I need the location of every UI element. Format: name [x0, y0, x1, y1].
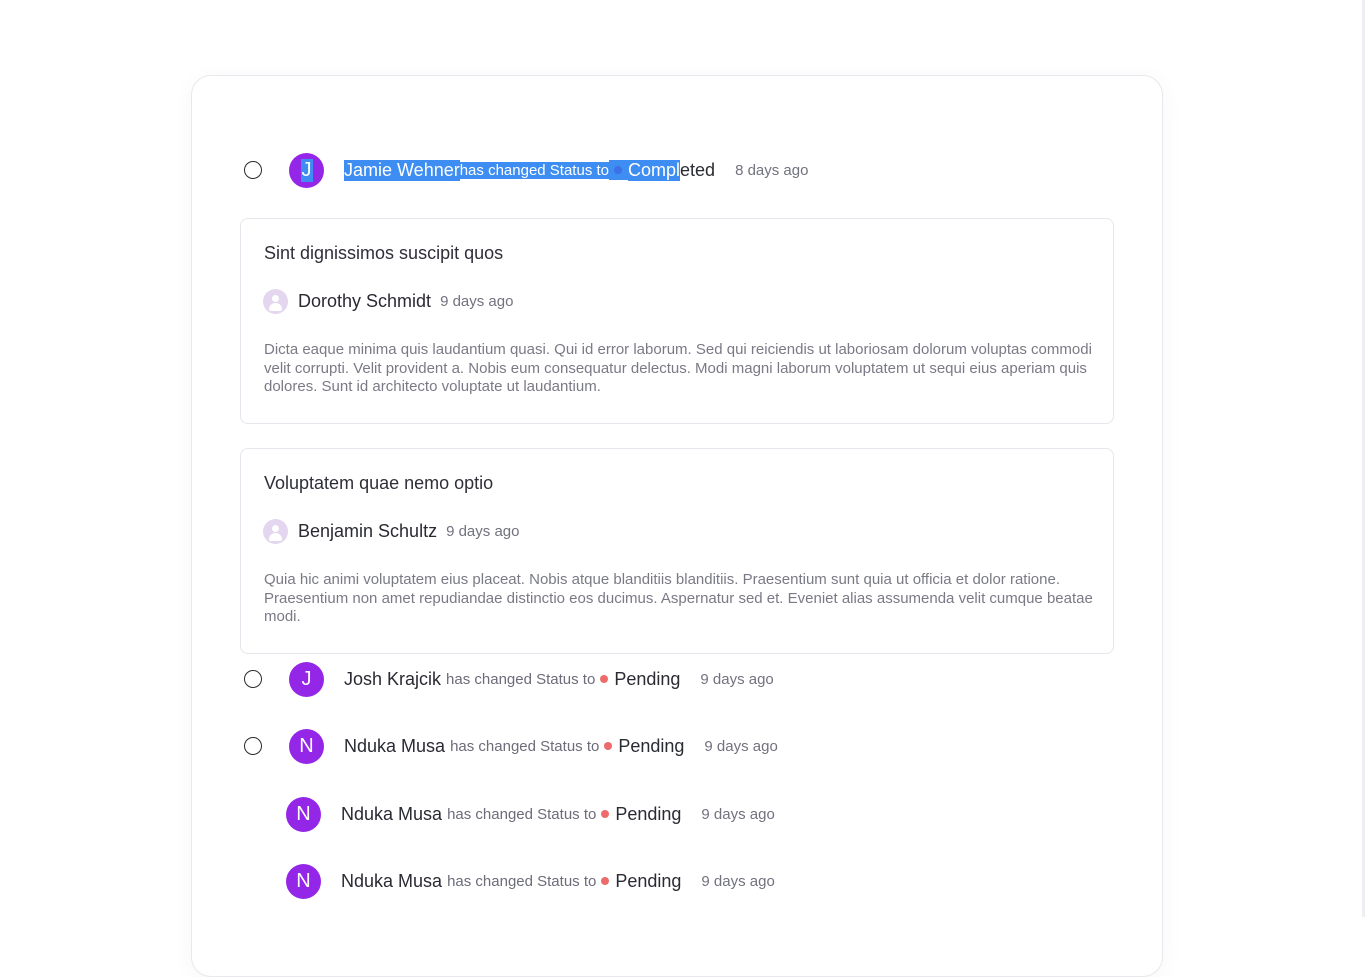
status-dot-icon: [614, 166, 622, 174]
comment-author-name: Dorothy Schmidt: [298, 291, 432, 311]
comment-card: Sint dignissimos suscipit quos Dorothy S…: [240, 218, 1114, 424]
status-dot-icon: [601, 810, 610, 818]
user-avatar-icon: [263, 289, 288, 314]
comment-time: 9 days ago: [440, 293, 514, 310]
comment-author: Benjamin Schultz 9 days ago: [263, 519, 519, 544]
activity-time: 9 days ago: [701, 872, 775, 890]
activity-status: Pending: [615, 870, 682, 891]
activity-row: N Nduka Musa has changed Status to Pendi…: [244, 863, 775, 899]
comment-title: Voluptatem quae nemo optio: [264, 473, 494, 493]
comment-body: Quia hic animi voluptatem eius placeat. …: [264, 571, 1093, 625]
activity-status: Pending: [618, 735, 685, 756]
activity-time: 9 days ago: [701, 805, 775, 823]
activity-time: 9 days ago: [700, 670, 774, 688]
activity-verb: has changed Status to: [446, 670, 596, 688]
activity-status-rest: eted: [680, 159, 716, 180]
avatar: J: [289, 661, 324, 697]
activity-row: J Josh Krajcik has changed Status to Pen…: [244, 661, 774, 697]
avatar: J: [289, 152, 324, 188]
activity-user-name: Nduka Musa: [341, 803, 443, 824]
activity-status: Compl: [628, 159, 681, 181]
activity-verb: has changed Status to: [459, 161, 609, 179]
comment-body: Dicta eaque minima quis laudantium quasi…: [264, 341, 1092, 395]
activity-radio[interactable]: [244, 161, 262, 179]
activity-status: Pending: [614, 668, 681, 689]
activity-radio[interactable]: [244, 670, 262, 688]
comment-author: Dorothy Schmidt 9 days ago: [263, 289, 513, 314]
comment-title: Sint dignissimos suscipit quos: [264, 243, 504, 263]
activity-time: 9 days ago: [704, 737, 778, 755]
avatar: N: [286, 796, 321, 832]
status-dot-icon: [601, 877, 610, 885]
activity-row: N Nduka Musa has changed Status to Pendi…: [244, 796, 775, 832]
activity-user-name: Nduka Musa: [341, 870, 443, 891]
activity-verb: has changed Status to: [447, 805, 597, 823]
avatar: N: [289, 728, 324, 764]
comment-time: 9 days ago: [446, 523, 520, 540]
activity-verb: has changed Status to: [447, 872, 597, 890]
comment-author-name: Benjamin Schultz: [298, 521, 438, 541]
status-dot-icon: [604, 742, 613, 750]
activity-verb: has changed Status to: [450, 737, 600, 755]
activity-time: 8 days ago: [735, 161, 809, 179]
activity-row: J Jamie Wehner has changed Status to Comp…: [244, 152, 808, 188]
comment-card: Voluptatem quae nemo optio Benjamin Schu…: [240, 448, 1114, 654]
avatar: N: [286, 863, 321, 899]
activity-status: Pending: [615, 803, 682, 824]
activity-user-name: Jamie Wehner: [344, 159, 460, 181]
activity-radio[interactable]: [244, 737, 262, 755]
avatar-initial: J: [300, 158, 313, 182]
user-avatar-icon: [263, 519, 288, 544]
status-dot-icon: [600, 675, 609, 683]
activity-row: N Nduka Musa has changed Status to Pendi…: [244, 728, 778, 764]
activity-user-name: Nduka Musa: [344, 735, 446, 756]
activity-user-name: Josh Krajcik: [344, 668, 442, 689]
